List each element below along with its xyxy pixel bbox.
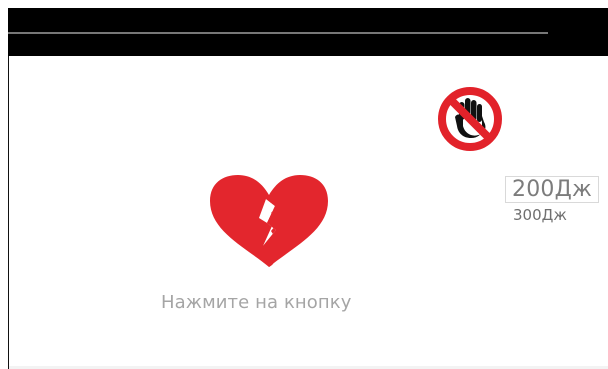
top-bar (8, 8, 608, 56)
app-screen: 200Дж 300Дж Нажмите на кнопку (0, 0, 608, 369)
broken-heart-graphic (210, 175, 328, 267)
left-rule (8, 56, 9, 369)
energy-selector[interactable]: 200Дж (505, 176, 599, 203)
selected-energy-value: 200Дж (512, 177, 592, 202)
no-touch-icon (433, 82, 507, 156)
top-bar-line (8, 32, 548, 34)
broken-heart-icon (205, 173, 333, 268)
no-touch-icon-graphic (438, 87, 502, 151)
instruction-text: Нажмите на кнопку (161, 292, 352, 313)
next-energy-value: 300Дж (513, 206, 567, 224)
